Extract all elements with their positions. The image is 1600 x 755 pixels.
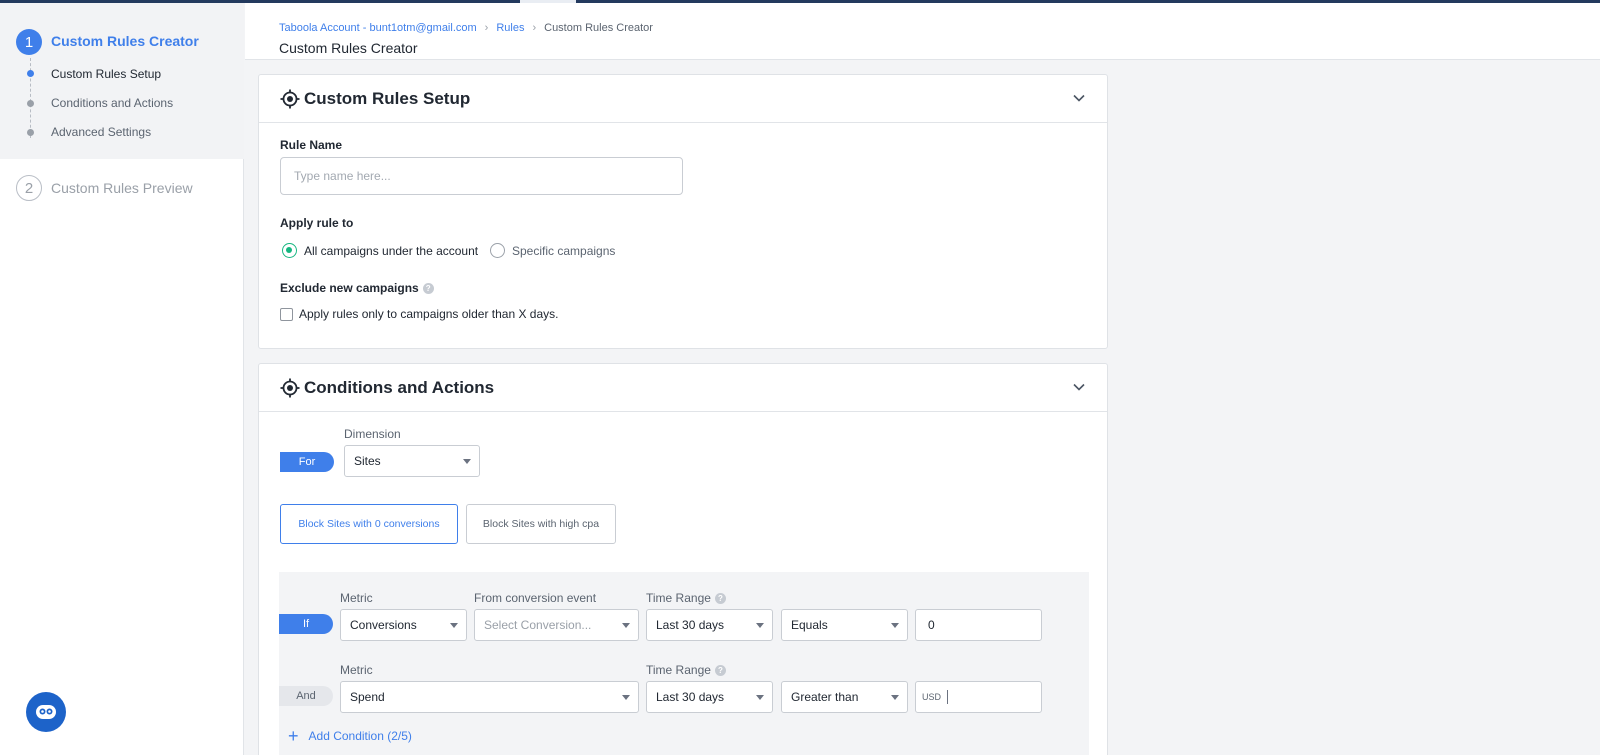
sidebar-item-conditions-and-actions[interactable]: Conditions and Actions <box>51 96 173 110</box>
currency-label: USD <box>922 692 942 702</box>
condition-value-input[interactable]: 0 <box>915 609 1042 641</box>
metric-value: Spend <box>350 690 385 704</box>
chevron-down-icon[interactable] <box>1071 379 1087 395</box>
conditions-panel: If Metric Conversions From conversion ev… <box>279 572 1089 755</box>
operator-select[interactable]: Equals <box>781 609 908 641</box>
if-pill: If <box>279 614 333 634</box>
step-2-title[interactable]: Custom Rules Preview <box>51 180 193 196</box>
sidebar-item-advanced-settings[interactable]: Advanced Settings <box>51 125 151 139</box>
conditions-card-header[interactable]: Conditions and Actions <box>259 364 1107 412</box>
breadcrumb-separator-icon: › <box>532 22 537 34</box>
metric-label: Metric <box>340 663 373 677</box>
radio-unchecked-icon <box>490 243 505 258</box>
target-icon <box>280 378 300 398</box>
conditions-card-title: Conditions and Actions <box>304 378 495 397</box>
caret-down-icon <box>450 623 458 628</box>
operator-value: Equals <box>791 618 828 632</box>
metric-select[interactable]: Conversions <box>340 609 467 641</box>
conversion-event-placeholder: Select Conversion... <box>484 618 592 632</box>
substep-dot-advanced <box>27 129 34 136</box>
time-range-label-text: Time Range <box>646 591 711 605</box>
checkbox-unchecked-icon <box>280 307 293 321</box>
breadcrumb-current: Custom Rules Creator <box>544 22 653 34</box>
add-condition-label: Add Condition (2/5) <box>308 729 412 743</box>
caret-down-icon <box>622 623 630 628</box>
breadcrumb: Taboola Account - bunt1otm@gmail.com › R… <box>279 22 653 34</box>
exclude-campaigns-checkbox[interactable]: Apply rules only to campaigns older than… <box>280 307 558 321</box>
breadcrumb-account[interactable]: Taboola Account - bunt1otm@gmail.com <box>279 22 477 34</box>
exclude-label-text: Exclude new campaigns <box>280 281 419 295</box>
radio-all-campaigns-label: All campaigns under the account <box>304 243 479 258</box>
caret-down-icon <box>891 623 899 628</box>
preset-block-zero-conversions-button[interactable]: Block Sites with 0 conversions <box>280 504 458 544</box>
caret-down-icon <box>756 623 764 628</box>
conversion-event-label: From conversion event <box>474 591 597 605</box>
metric-label: Metric <box>340 591 373 605</box>
sidebar: 1 Custom Rules Creator Custom Rules Setu… <box>0 3 244 755</box>
time-range-value: Last 30 days <box>656 690 725 704</box>
exclude-new-campaigns-label: Exclude new campaigns? <box>280 281 434 295</box>
breadcrumb-separator-icon: › <box>484 22 489 34</box>
operator-select[interactable]: Greater than <box>781 681 908 713</box>
condition-value: 0 <box>928 618 935 632</box>
substep-dot-setup <box>27 70 34 77</box>
caret-down-icon <box>891 695 899 700</box>
time-range-label: Time Range? <box>646 591 726 605</box>
help-icon[interactable]: ? <box>714 665 726 677</box>
time-range-label: Time Range? <box>646 663 726 677</box>
setup-card-header[interactable]: Custom Rules Setup <box>259 75 1107 123</box>
metric-select[interactable]: Spend <box>340 681 639 713</box>
step-1-title[interactable]: Custom Rules Creator <box>51 33 199 49</box>
text-cursor <box>947 690 949 704</box>
radio-specific-campaigns-label: Specific campaigns <box>512 243 616 258</box>
chat-bot-icon <box>36 705 56 719</box>
custom-rules-setup-card: Custom Rules Setup Rule Name Apply rule … <box>258 74 1108 349</box>
help-icon[interactable]: ? <box>714 593 726 605</box>
page-header: Taboola Account - bunt1otm@gmail.com › R… <box>245 3 1600 60</box>
metric-value: Conversions <box>350 618 417 632</box>
radio-checked-icon <box>282 243 297 258</box>
caret-down-icon <box>463 459 471 464</box>
preset-block-high-cpa-button[interactable]: Block Sites with high cpa <box>466 504 616 544</box>
dimension-value: Sites <box>354 454 381 468</box>
step-1-number[interactable]: 1 <box>16 29 42 55</box>
and-pill: And <box>279 686 333 706</box>
page-title: Custom Rules Creator <box>279 40 418 56</box>
setup-card-title: Custom Rules Setup <box>304 89 471 108</box>
caret-down-icon <box>756 695 764 700</box>
chevron-down-icon[interactable] <box>1071 90 1087 106</box>
time-range-label-text: Time Range <box>646 663 711 677</box>
help-icon[interactable]: ? <box>422 283 434 295</box>
rule-name-label: Rule Name <box>280 138 343 152</box>
radio-all-campaigns[interactable]: All campaigns under the account <box>282 243 478 258</box>
add-condition-button[interactable]: + Add Condition (2/5) <box>288 726 412 746</box>
time-range-select[interactable]: Last 30 days <box>646 609 773 641</box>
step-2-number[interactable]: 2 <box>16 175 42 201</box>
apply-rule-label: Apply rule to <box>280 216 354 230</box>
sidebar-item-custom-rules-setup[interactable]: Custom Rules Setup <box>51 67 161 81</box>
dimension-select[interactable]: Sites <box>344 445 480 477</box>
conversion-event-select[interactable]: Select Conversion... <box>474 609 639 641</box>
for-pill: For <box>280 452 334 472</box>
time-range-value: Last 30 days <box>656 618 725 632</box>
chat-bot-button[interactable] <box>26 692 66 732</box>
operator-value: Greater than <box>791 690 859 704</box>
rule-name-input[interactable] <box>280 157 683 195</box>
caret-down-icon <box>622 695 630 700</box>
breadcrumb-rules[interactable]: Rules <box>496 22 524 34</box>
time-range-select[interactable]: Last 30 days <box>646 681 773 713</box>
substep-dot-conditions <box>27 100 34 107</box>
plus-icon: + <box>288 726 299 746</box>
spend-value-input[interactable]: USD <box>915 681 1042 713</box>
exclude-checkbox-label: Apply rules only to campaigns older than… <box>299 307 559 321</box>
target-icon <box>280 89 300 109</box>
radio-specific-campaigns[interactable]: Specific campaigns <box>490 243 615 258</box>
dimension-label: Dimension <box>344 427 401 441</box>
conditions-and-actions-card: Conditions and Actions For Dimension Sit… <box>258 363 1108 755</box>
